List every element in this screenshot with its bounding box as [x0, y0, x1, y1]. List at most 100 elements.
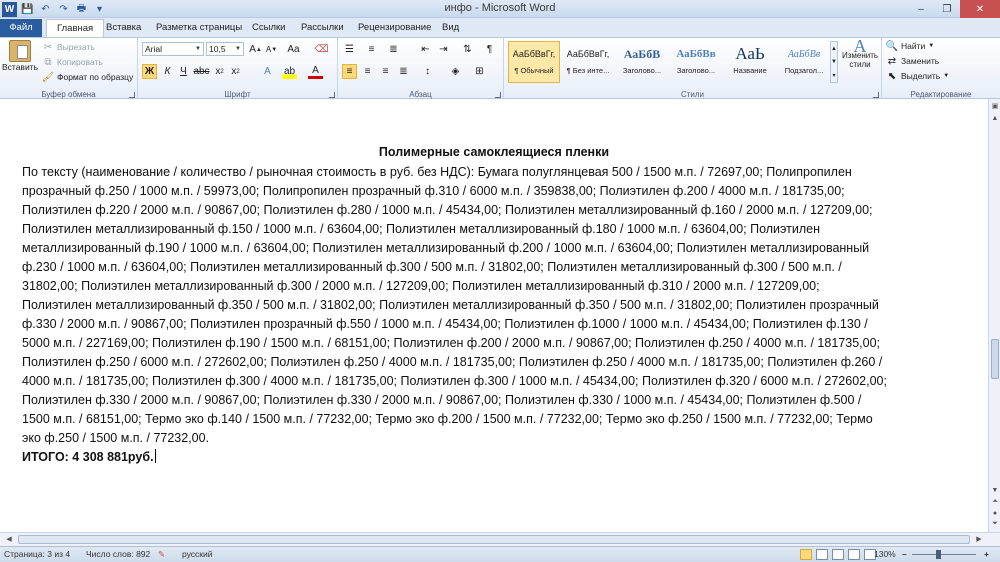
- borders-icon[interactable]: ⊞: [472, 64, 487, 79]
- style-title[interactable]: АаЬ Название: [724, 41, 776, 83]
- text-effects-icon[interactable]: A: [260, 64, 275, 79]
- bold-button[interactable]: Ж: [142, 64, 157, 79]
- tab-view[interactable]: Вид: [432, 19, 469, 37]
- tab-file[interactable]: Файл: [0, 19, 42, 37]
- zoom-slider-track[interactable]: [912, 554, 976, 555]
- subscript-button[interactable]: x2: [212, 64, 227, 79]
- underline-button[interactable]: Ч: [176, 64, 191, 79]
- shading-icon[interactable]: ◈: [448, 64, 463, 79]
- increase-indent-icon[interactable]: ⇥: [436, 42, 451, 57]
- styles-launcher-icon[interactable]: [873, 92, 879, 98]
- tab-mailings[interactable]: Рассылки: [291, 19, 354, 37]
- change-styles-button[interactable]: A Изменить стили: [840, 37, 880, 69]
- page-indicator[interactable]: Страница: 3 из 4: [4, 549, 70, 559]
- chevron-down-icon[interactable]: ▼: [831, 59, 837, 65]
- tab-review[interactable]: Рецензирование: [348, 19, 441, 37]
- document-page[interactable]: Полимерные самоклеящиеся пленки По текст…: [0, 99, 988, 532]
- previous-page-icon[interactable]: ⏶: [990, 497, 1000, 507]
- chevron-down-icon: ▼: [928, 43, 935, 49]
- find-button[interactable]: 🔍 Найти ▼: [886, 40, 934, 52]
- font-size-combo[interactable]: 10,5 ▼: [206, 42, 244, 56]
- style-sample: АаБбВв: [787, 48, 821, 60]
- align-center-button[interactable]: ≡: [360, 64, 375, 79]
- style-normal[interactable]: АаБбВвГг, ¶ Обычный: [508, 41, 560, 83]
- justify-button[interactable]: ≣: [396, 64, 411, 79]
- browse-object-icon[interactable]: ●: [990, 508, 1000, 518]
- vertical-scroll-thumb[interactable]: [991, 339, 999, 379]
- multilevel-list-icon[interactable]: ≣: [386, 42, 401, 57]
- style-sample: АаБбВ: [623, 46, 661, 61]
- highlight-color-icon[interactable]: ab: [282, 64, 297, 79]
- maximize-button[interactable]: ❐: [934, 0, 960, 18]
- pilcrow-icon[interactable]: ¶: [482, 42, 497, 57]
- minimize-button[interactable]: –: [908, 0, 934, 18]
- clipboard-launcher-icon[interactable]: [129, 92, 135, 98]
- change-case-icon[interactable]: Aa: [286, 42, 301, 57]
- zoom-out-icon[interactable]: –: [902, 549, 907, 559]
- scroll-down-icon[interactable]: ▼: [990, 485, 1000, 495]
- more-icon[interactable]: ▾: [832, 72, 835, 79]
- vertical-scrollbar[interactable]: ▣ ▲ ▼ ⏶ ● ⏷: [988, 99, 1000, 532]
- spellcheck-icon[interactable]: ✎: [158, 549, 165, 560]
- ruler-toggle-icon[interactable]: ▣: [990, 101, 1000, 111]
- zoom-slider-handle[interactable]: [936, 550, 941, 559]
- tab-insert[interactable]: Вставка: [96, 19, 151, 37]
- paragraph-launcher-icon[interactable]: [495, 92, 501, 98]
- document-line: По тексту (наименование / количество / р…: [22, 165, 852, 179]
- cut-button[interactable]: ✂ Вырезать: [42, 41, 95, 53]
- web-layout-view-icon[interactable]: [832, 549, 844, 560]
- word-count[interactable]: Число слов: 892: [86, 549, 150, 559]
- style-no-spacing[interactable]: АаБбВвГг, ¶ Без инте...: [562, 41, 614, 83]
- style-heading-2[interactable]: АаБбВв Заголово...: [670, 41, 722, 83]
- italic-button[interactable]: К: [160, 64, 175, 79]
- outline-view-icon[interactable]: [848, 549, 860, 560]
- scroll-up-icon[interactable]: ▲: [990, 113, 1000, 123]
- font-launcher-icon[interactable]: [329, 92, 335, 98]
- font-color-icon[interactable]: A: [308, 64, 323, 79]
- window-controls: – ❐ ✕: [908, 0, 1000, 18]
- strikethrough-button[interactable]: abc: [193, 64, 209, 79]
- styles-gallery-scroll[interactable]: ▲ ▼ ▾: [830, 41, 838, 83]
- format-painter-button[interactable]: 🖌 Формат по образцу: [42, 71, 134, 83]
- paste-label: Вставить: [1, 62, 39, 72]
- bullets-icon[interactable]: ☰: [342, 42, 357, 57]
- align-right-button[interactable]: ≡: [378, 64, 393, 79]
- zoom-in-icon[interactable]: +: [984, 549, 989, 559]
- clear-formatting-icon[interactable]: ⌫: [314, 42, 329, 57]
- line-spacing-icon[interactable]: ↕: [420, 64, 435, 79]
- tab-page-layout[interactable]: Разметка страницы: [146, 19, 252, 37]
- print-layout-view-icon[interactable]: [800, 549, 812, 560]
- select-button[interactable]: ⬉ Выделить ▼: [886, 70, 949, 82]
- style-subtitle[interactable]: АаБбВв Подзагол...: [778, 41, 830, 83]
- tab-references[interactable]: Ссылки: [242, 19, 295, 37]
- horizontal-scrollbar[interactable]: ◀ ▶: [0, 532, 1000, 546]
- editing-group-label: Редактирование: [910, 90, 972, 99]
- close-button[interactable]: ✕: [960, 0, 1000, 18]
- numbering-icon[interactable]: ≡: [364, 42, 379, 57]
- scroll-right-icon[interactable]: ▶: [974, 534, 984, 544]
- shrink-font-icon[interactable]: A ▼: [264, 42, 279, 57]
- full-screen-view-icon[interactable]: [816, 549, 828, 560]
- chevron-up-icon[interactable]: ▲: [831, 46, 837, 52]
- document-total: ИТОГО: 4 308 881руб.: [22, 449, 156, 464]
- superscript-button[interactable]: x2: [228, 64, 243, 79]
- next-page-icon[interactable]: ⏷: [990, 519, 1000, 529]
- horizontal-scroll-thumb[interactable]: [18, 535, 970, 544]
- scroll-left-icon[interactable]: ◀: [4, 534, 14, 544]
- language-indicator[interactable]: русский: [182, 549, 213, 559]
- grow-font-icon[interactable]: A ▲: [248, 42, 263, 57]
- zoom-level[interactable]: 130%: [874, 549, 896, 559]
- decrease-indent-icon[interactable]: ⇤: [418, 42, 433, 57]
- document-line: Полиэтилен ф.220 / 2000 м.п. / 90867,00;…: [22, 203, 873, 217]
- font-name-combo[interactable]: Arial ▼: [142, 42, 204, 56]
- copy-button[interactable]: ⧉ Копировать: [42, 56, 102, 68]
- window-title: инфо - Microsoft Word: [444, 2, 556, 14]
- replace-button[interactable]: ⇄ Заменить: [886, 55, 939, 67]
- document-body[interactable]: По тексту (наименование / количество / р…: [22, 163, 942, 448]
- sort-icon[interactable]: ⇅: [460, 42, 475, 57]
- align-left-button[interactable]: ≡: [342, 64, 357, 79]
- document-line: 5000 м.п. / 227169,00; Полиэтилен ф.190 …: [22, 336, 880, 350]
- document-line: ф.330 / 2000 м.п. / 90867,00; Полиэтилен…: [22, 317, 868, 331]
- style-heading-1[interactable]: АаБбВ Заголово...: [616, 41, 668, 83]
- paste-button[interactable]: Вставить: [1, 40, 39, 72]
